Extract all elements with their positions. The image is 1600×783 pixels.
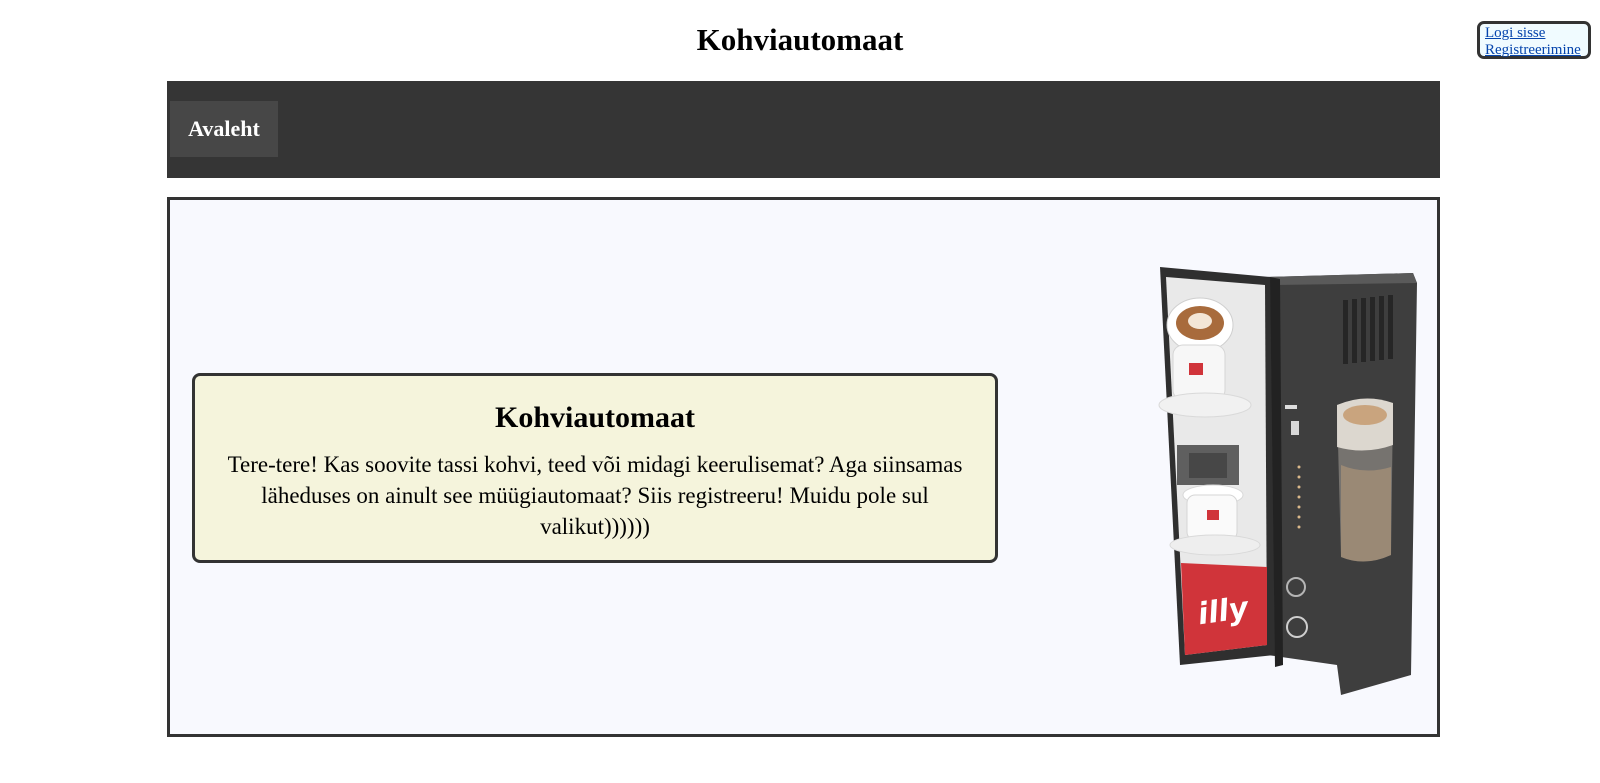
welcome-card-text: Tere-tere! Kas soovite tassi kohvi, teed…: [227, 452, 963, 539]
login-link[interactable]: Logi sisse: [1485, 25, 1588, 42]
navigation-bar: Avaleht: [167, 81, 1440, 178]
coffee-vending-machine-image: illy: [1158, 267, 1417, 695]
main-content-panel: Kohviautomaat Tere-tere! Kas soovite tas…: [167, 197, 1440, 737]
auth-links-box: Logi sisse Registreerimine: [1477, 21, 1591, 59]
welcome-card-title: Kohviautomaat: [494, 401, 695, 434]
page-title: Kohviautomaat: [696, 22, 904, 57]
nav-item-home[interactable]: Avaleht: [170, 101, 278, 157]
register-link[interactable]: Registreerimine: [1485, 42, 1588, 59]
welcome-card: Kohviautomaat Tere-tere! Kas soovite tas…: [192, 373, 998, 563]
machine-brand-text: illy: [1196, 590, 1252, 632]
page: Kohviautomaat Logi sisse Registreerimine…: [0, 0, 1600, 783]
